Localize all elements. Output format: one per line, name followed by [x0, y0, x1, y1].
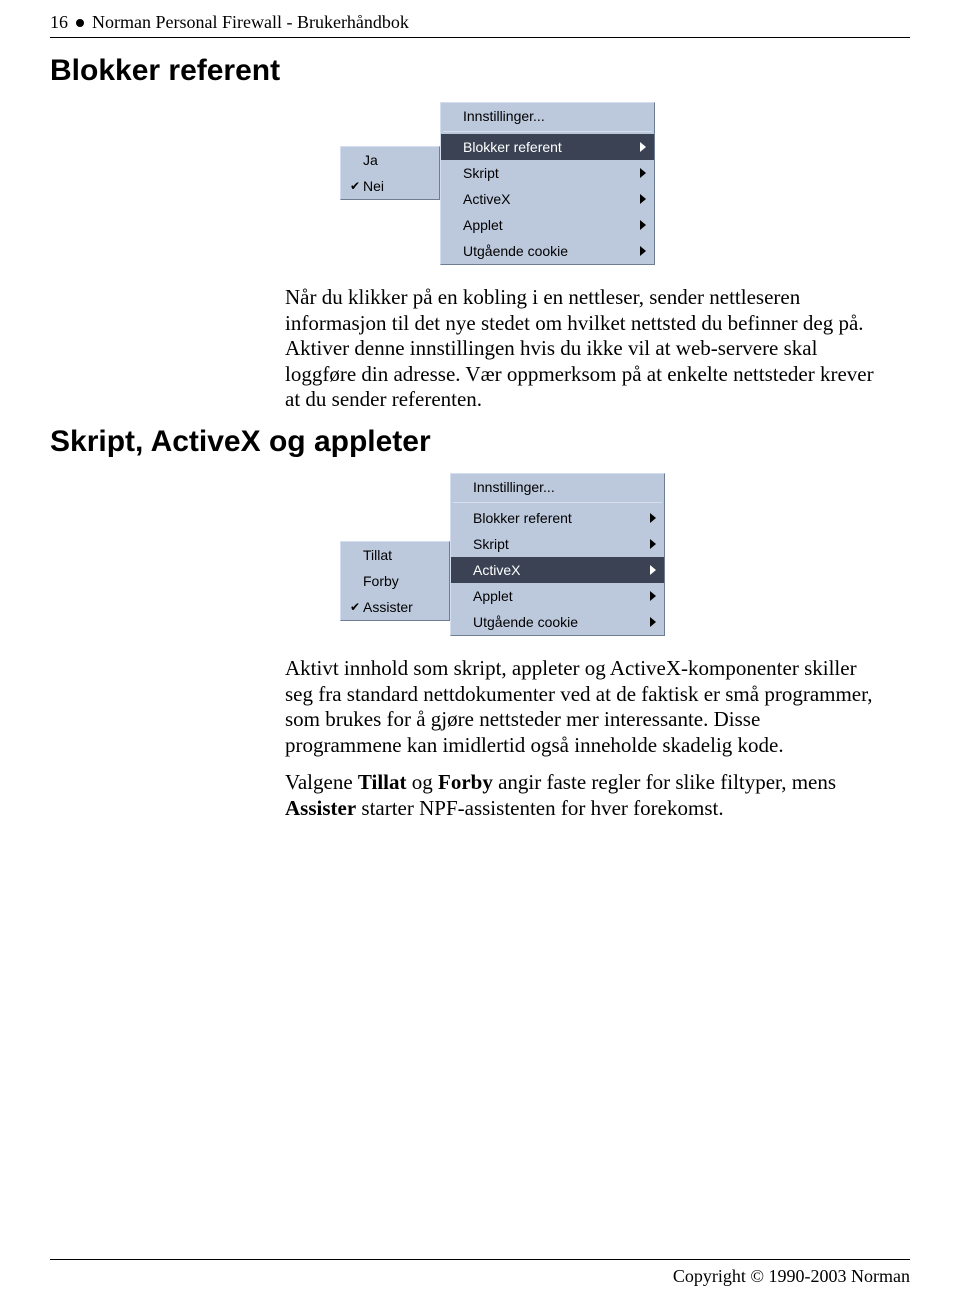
- bold-assister: Assister: [285, 796, 356, 820]
- chevron-right-icon: [640, 194, 646, 204]
- text-run: angir faste regler for slike filtyper, m…: [493, 770, 836, 794]
- section-heading-skript: Skript, ActiveX og appleter: [50, 425, 910, 459]
- page-footer: Copyright © 1990-2003 Norman: [50, 1251, 910, 1287]
- menu-item-assister[interactable]: ✔ Assister: [341, 594, 449, 620]
- menu-item-label: Innstillinger...: [473, 479, 656, 495]
- section1-paragraph: Når du klikker på en kobling i en nettle…: [285, 285, 880, 413]
- main-menu-2: Innstillinger... Blokker referent Skript…: [450, 473, 665, 636]
- menu-item-innstillinger[interactable]: Innstillinger...: [451, 474, 664, 500]
- text-run: Valgene: [285, 770, 358, 794]
- chevron-right-icon: [650, 591, 656, 601]
- context-menu-screenshot-1: Ja ✔ Nei Innstillinger... Blokker refere…: [340, 102, 910, 265]
- menu-item-label: ActiveX: [473, 562, 650, 578]
- chevron-right-icon: [640, 168, 646, 178]
- menu-item-skript[interactable]: Skript: [441, 160, 654, 186]
- chevron-right-icon: [650, 513, 656, 523]
- menu-item-label: Nei: [363, 178, 431, 194]
- menu-item-label: Utgående cookie: [463, 243, 640, 259]
- footer-rule: [50, 1259, 910, 1260]
- page-number: 16: [50, 12, 68, 33]
- menu-item-label: Blokker referent: [463, 139, 640, 155]
- menu-item-label: Applet: [473, 588, 650, 604]
- menu-item-forby[interactable]: Forby: [341, 568, 449, 594]
- menu-item-applet[interactable]: Applet: [441, 212, 654, 238]
- menu-item-nei[interactable]: ✔ Nei: [341, 173, 439, 199]
- menu-separator: [443, 131, 652, 132]
- context-menu-screenshot-2: Tillat Forby ✔ Assister Innstillinger...: [340, 473, 910, 636]
- menu-separator: [453, 502, 662, 503]
- text-run: starter NPF-assistenten for hver forekom…: [356, 796, 723, 820]
- text-run: og: [407, 770, 439, 794]
- bold-tillat: Tillat: [358, 770, 407, 794]
- header-bullet-icon: [76, 19, 84, 27]
- menu-item-activex[interactable]: ActiveX: [441, 186, 654, 212]
- menu-item-utgaende-cookie[interactable]: Utgående cookie: [451, 609, 664, 635]
- section2-paragraphs: Aktivt innhold som skript, appleter og A…: [285, 656, 880, 822]
- chevron-right-icon: [650, 565, 656, 575]
- submenu-left-2: Tillat Forby ✔ Assister: [340, 541, 450, 621]
- chevron-right-icon: [640, 142, 646, 152]
- menu-item-skript[interactable]: Skript: [451, 531, 664, 557]
- check-icon: ✔: [347, 600, 363, 614]
- header-rule: [50, 37, 910, 38]
- menu-item-label: Innstillinger...: [463, 108, 646, 124]
- paragraph-text-1: Aktivt innhold som skript, appleter og A…: [285, 656, 880, 758]
- chevron-right-icon: [650, 617, 656, 627]
- submenu-left-1: Ja ✔ Nei: [340, 146, 440, 200]
- chevron-right-icon: [640, 220, 646, 230]
- page-header: 16 Norman Personal Firewall - Brukerhånd…: [50, 12, 910, 33]
- paragraph-text: Når du klikker på en kobling i en nettle…: [285, 285, 880, 413]
- menu-item-label: Skript: [463, 165, 640, 181]
- chevron-right-icon: [640, 246, 646, 256]
- menu-item-label: Tillat: [363, 547, 441, 563]
- menu-item-innstillinger[interactable]: Innstillinger...: [441, 103, 654, 129]
- doc-title: Norman Personal Firewall - Brukerhåndbok: [92, 12, 409, 33]
- menu-item-label: Applet: [463, 217, 640, 233]
- bold-forby: Forby: [438, 770, 493, 794]
- menu-item-label: Forby: [363, 573, 441, 589]
- check-icon: ✔: [347, 179, 363, 193]
- menu-item-label: Assister: [363, 599, 441, 615]
- menu-item-label: ActiveX: [463, 191, 640, 207]
- menu-item-applet[interactable]: Applet: [451, 583, 664, 609]
- menu-item-activex[interactable]: ActiveX: [451, 557, 664, 583]
- paragraph-text-2: Valgene Tillat og Forby angir faste regl…: [285, 770, 880, 821]
- menu-item-label: Ja: [363, 152, 431, 168]
- main-menu-1: Innstillinger... Blokker referent Skript…: [440, 102, 655, 265]
- menu-item-label: Blokker referent: [473, 510, 650, 526]
- copyright-text: Copyright © 1990-2003 Norman: [50, 1266, 910, 1287]
- menu-item-label: Skript: [473, 536, 650, 552]
- section-heading-blokker: Blokker referent: [50, 54, 910, 88]
- menu-item-label: Utgående cookie: [473, 614, 650, 630]
- menu-item-utgaende-cookie[interactable]: Utgående cookie: [441, 238, 654, 264]
- chevron-right-icon: [650, 539, 656, 549]
- menu-item-ja[interactable]: Ja: [341, 147, 439, 173]
- menu-item-blokker-referent[interactable]: Blokker referent: [441, 134, 654, 160]
- menu-item-blokker-referent[interactable]: Blokker referent: [451, 505, 664, 531]
- menu-item-tillat[interactable]: Tillat: [341, 542, 449, 568]
